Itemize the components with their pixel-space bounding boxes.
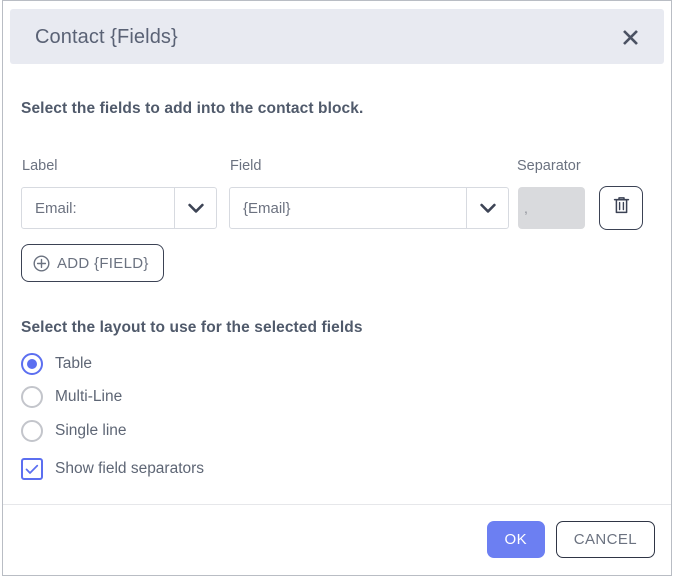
contact-fields-dialog: Contact {Fields} Select the fields to ad…	[2, 0, 672, 576]
trash-icon	[613, 196, 630, 220]
radio-option-single-line[interactable]: Single line	[21, 420, 127, 442]
label-dropdown[interactable]: Email:	[21, 187, 217, 229]
delete-field-button[interactable]	[599, 186, 643, 230]
check-icon	[21, 458, 43, 480]
radio-label: Table	[55, 355, 93, 372]
show-field-separators-checkbox[interactable]: Show field separators	[21, 458, 204, 480]
label-dropdown-value: Email:	[35, 199, 77, 217]
add-field-label: ADD {FIELD}	[57, 254, 149, 272]
radio-option-table[interactable]: Table	[21, 353, 92, 375]
dialog-instruction: Select the fields to add into the contac…	[21, 100, 364, 117]
column-header-separator: Separator	[517, 158, 581, 174]
radio-icon-selected	[21, 353, 43, 375]
add-field-button[interactable]: ADD {FIELD}	[21, 244, 164, 282]
column-header-field: Field	[230, 158, 262, 174]
radio-label: Single line	[55, 422, 127, 439]
separator-input[interactable]	[518, 187, 585, 229]
layout-section-heading: Select the layout to use for the selecte…	[21, 319, 363, 336]
field-dropdown[interactable]: {Email}	[229, 187, 509, 229]
radio-option-multi-line[interactable]: Multi-Line	[21, 386, 122, 408]
dialog-title: Contact {Fields}	[35, 26, 178, 48]
radio-label: Multi-Line	[55, 388, 123, 405]
cancel-button[interactable]: CANCEL	[555, 521, 655, 558]
close-icon[interactable]	[616, 23, 644, 51]
chevron-down-icon[interactable]	[174, 188, 216, 228]
ok-button[interactable]: OK	[486, 521, 545, 558]
radio-icon	[21, 386, 43, 408]
dialog-titlebar: Contact {Fields}	[10, 9, 664, 64]
radio-icon	[21, 420, 43, 442]
chevron-down-icon[interactable]	[466, 188, 508, 228]
dialog-footer: OK CANCEL	[486, 521, 655, 558]
column-header-label: Label	[22, 158, 58, 174]
plus-circle-icon	[33, 254, 50, 272]
field-dropdown-value: {Email}	[243, 199, 291, 217]
footer-divider	[3, 504, 671, 505]
checkbox-label: Show field separators	[55, 460, 205, 477]
